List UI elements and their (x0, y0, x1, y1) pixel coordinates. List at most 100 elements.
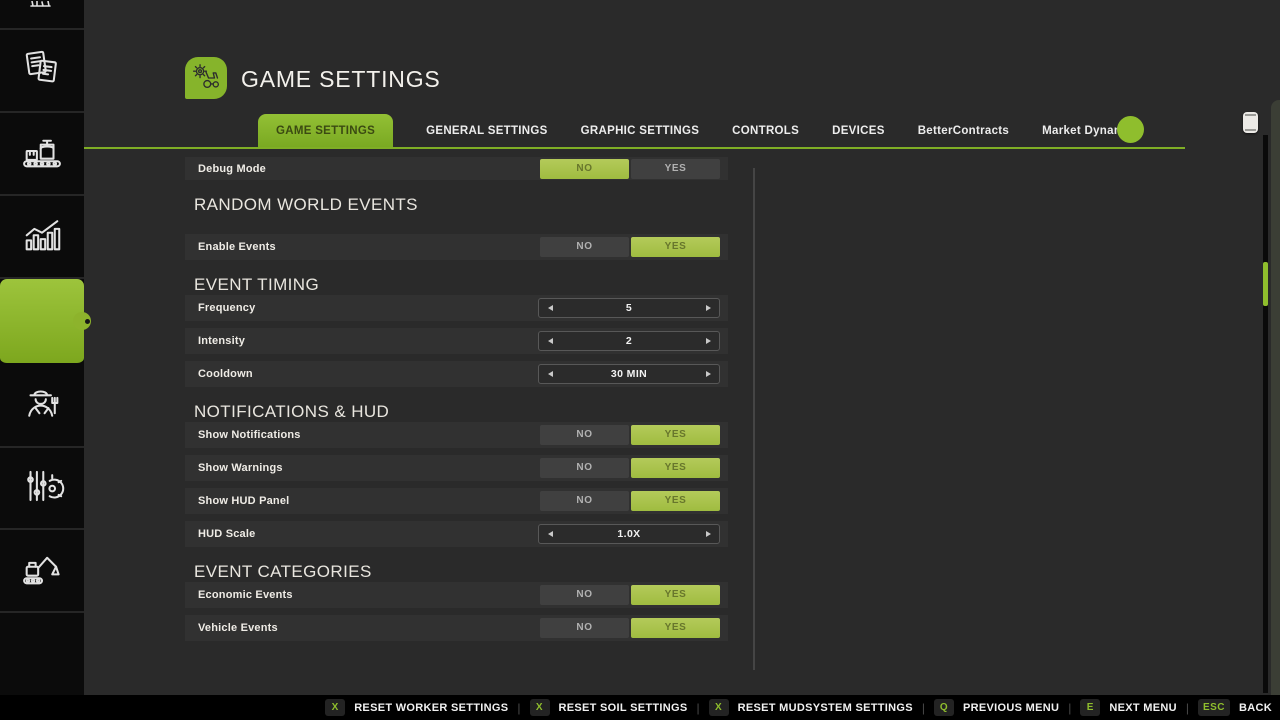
sidebar-item-tuning[interactable] (0, 448, 84, 530)
arrow-left-icon[interactable] (539, 525, 561, 543)
tab-game-settings[interactable]: GAME SETTINGS (258, 114, 393, 147)
keybind-back[interactable]: ESCBACK (1198, 699, 1272, 716)
tab-controls[interactable]: CONTROLS (732, 114, 799, 147)
section-title-notifications-hud: NOTIFICATIONS & HUD (194, 401, 728, 422)
farmer-icon (19, 380, 65, 431)
setting-row-show-notifications: Show Notifications NOYES (185, 422, 728, 448)
scrollbar-thumb[interactable] (1263, 262, 1268, 306)
setting-row-vehicle-events: Vehicle EventsNOYES (185, 615, 728, 641)
setting-row-frequency: Frequency5 (185, 295, 728, 321)
setting-label: Debug Mode (198, 163, 266, 175)
spinner-cooldown: 30 MIN (538, 364, 720, 384)
setting-row-economic-events: Economic Events NOYES (185, 582, 728, 608)
selected-indicator (73, 312, 91, 330)
toggle-show-hud-panel: NOYES (540, 491, 720, 511)
yes-button[interactable]: YES (631, 458, 720, 478)
keybind-label: RESET MUDSYSTEM SETTINGS (738, 702, 913, 714)
keybind-reset-soil-settings[interactable]: XRESET SOIL SETTINGS (530, 699, 688, 716)
sidebar (0, 0, 84, 695)
yes-button[interactable]: YES (631, 237, 720, 257)
spinner-hud-scale: 1.0X (538, 524, 720, 544)
yes-button[interactable]: YES (631, 618, 720, 638)
keybind-reset-worker-settings[interactable]: X RESET WORKER SETTINGS (325, 699, 508, 716)
section-title-event-timing: EVENT TIMING (194, 274, 728, 295)
setting-label: Economic Events (198, 589, 293, 601)
key-badge: ESC (1198, 699, 1230, 716)
no-button[interactable]: NO (540, 618, 629, 638)
setting-label: Show HUD Panel (198, 495, 289, 507)
arrow-right-icon[interactable] (697, 299, 719, 317)
arrow-left-icon[interactable] (539, 365, 561, 383)
setting-label: Show Notifications (198, 429, 301, 441)
sidebar-item-production[interactable] (0, 113, 84, 196)
page-title: GAME SETTINGS (241, 66, 441, 93)
setting-row-intensity: Intensity2 (185, 328, 728, 354)
page-scrollbar[interactable] (1263, 135, 1268, 693)
key-badge: X (530, 699, 550, 716)
no-button[interactable]: NO (540, 237, 629, 257)
setting-row-debug-mode: Debug Mode NOYES (185, 157, 728, 180)
keybind-label: RESET WORKER SETTINGS (354, 702, 508, 714)
setting-row-hud-scale: HUD Scale1.0X (185, 521, 728, 547)
toggle-show-warnings: NOYES (540, 458, 720, 478)
arrow-right-icon[interactable] (697, 332, 719, 350)
toggle-show-notifications: NOYES (540, 425, 720, 445)
spinner-value: 1.0X (539, 525, 719, 543)
tab-underline (84, 147, 1185, 149)
separator: | (696, 701, 699, 715)
setting-label: Cooldown (198, 368, 253, 380)
tab-market-dynamics[interactable]: Market Dynamics (1042, 114, 1141, 147)
arrow-right-icon[interactable] (697, 365, 719, 383)
toggle-economic-events: NOYES (540, 585, 720, 605)
yes-button[interactable]: YES (631, 159, 720, 179)
tab-devices[interactable]: DEVICES (832, 114, 885, 147)
tab-label: DEVICES (832, 125, 885, 137)
keybind-next-menu[interactable]: ENEXT MENU (1080, 699, 1176, 716)
sidebar-item-settings[interactable] (0, 279, 84, 365)
arrow-right-icon[interactable] (697, 525, 719, 543)
mouse-scroll-icon (1243, 112, 1258, 133)
separator: | (1186, 701, 1189, 715)
tractor-gear-icon (189, 61, 223, 95)
sidebar-item-top-partial[interactable] (0, 0, 84, 30)
sidebar-item-statistics[interactable] (0, 196, 84, 279)
tab-general-settings[interactable]: GENERAL SETTINGS (426, 114, 548, 147)
no-button[interactable]: NO (540, 491, 629, 511)
tab-label: GAME SETTINGS (276, 125, 375, 137)
yes-button[interactable]: YES (631, 425, 720, 445)
tab-bettercontracts[interactable]: BetterContracts (918, 114, 1009, 147)
no-button[interactable]: NO (540, 585, 629, 605)
tab-graphic-settings[interactable]: GRAPHIC SETTINGS (581, 114, 700, 147)
separator: | (922, 701, 925, 715)
yes-button[interactable]: YES (631, 585, 720, 605)
section-title-event-categories: EVENT CATEGORIES (194, 561, 728, 582)
arrow-left-icon[interactable] (539, 299, 561, 317)
tab-label: GRAPHIC SETTINGS (581, 125, 700, 137)
key-badge: X (325, 699, 345, 716)
toggle-enable-events: NOYES (540, 237, 720, 257)
notification-badge (1117, 116, 1144, 143)
sidebar-item-construction[interactable] (0, 530, 84, 613)
setting-row-enable-events: Enable EventsNOYES (185, 234, 728, 260)
section-title-random-world-events: RANDOM WORLD EVENTS (194, 194, 728, 215)
map-partial-icon (22, 1, 62, 28)
spinner-frequency: 5 (538, 298, 720, 318)
no-button[interactable]: NO (540, 458, 629, 478)
settings-panel: Debug ModeNOYESRANDOM WORLD EVENTSEnable… (185, 155, 728, 648)
tab-label: CONTROLS (732, 125, 799, 137)
settings-scrollbar-track[interactable] (753, 168, 755, 670)
keybind-reset-mudsystem-settings[interactable]: XRESET MUDSYSTEM SETTINGS (709, 699, 913, 716)
no-button[interactable]: NO (540, 425, 629, 445)
sidebar-item-empty[interactable] (0, 613, 84, 695)
keybind-previous-menu[interactable]: QPREVIOUS MENU (934, 699, 1059, 716)
game-settings-icon (185, 57, 227, 99)
keybind-label: PREVIOUS MENU (963, 702, 1059, 714)
no-button[interactable]: NO (540, 159, 629, 179)
spinner-value: 2 (539, 332, 719, 350)
sidebar-item-contracts[interactable] (0, 30, 84, 113)
tab-label: BetterContracts (918, 125, 1009, 137)
yes-button[interactable]: YES (631, 491, 720, 511)
tuning-icon (19, 463, 65, 514)
arrow-left-icon[interactable] (539, 332, 561, 350)
sidebar-item-farmer[interactable] (0, 365, 84, 448)
